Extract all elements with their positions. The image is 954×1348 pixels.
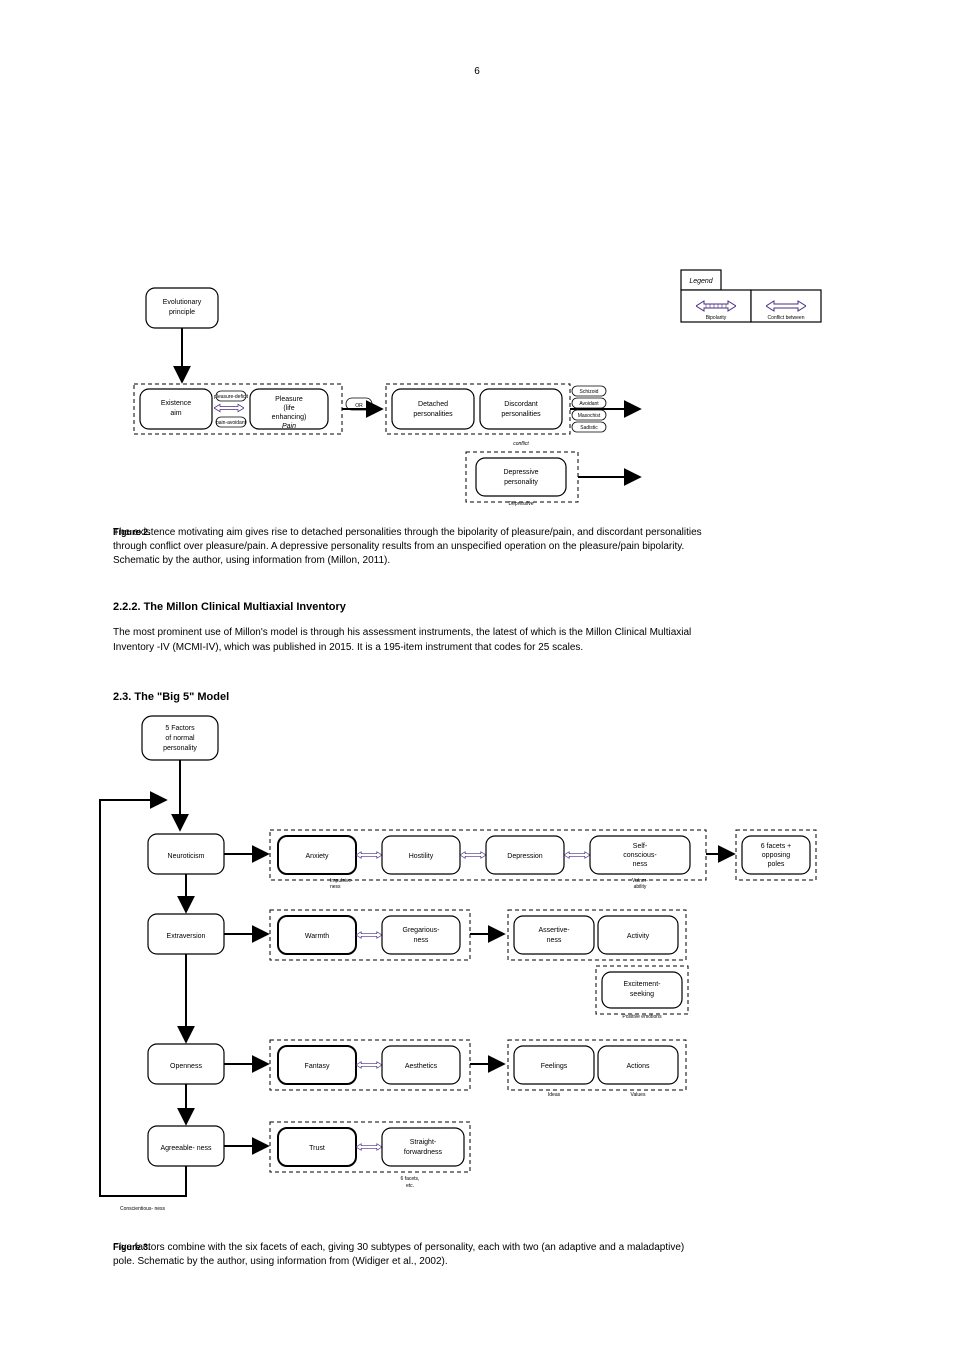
nf1: 6 facets + <box>761 843 792 850</box>
e-warmth-l: Warmth <box>305 933 329 940</box>
a-straight-1: Straight- <box>410 1139 437 1146</box>
e-exc-1: Excitement- <box>624 981 662 988</box>
n-selfcon-1: Self- <box>633 843 648 850</box>
extrav-l: Extraversion <box>167 933 206 940</box>
pleasure-l2: (life <box>283 405 294 412</box>
node-existence <box>140 389 212 429</box>
o-feelings-l: Feelings <box>541 1063 568 1070</box>
a-straight-2: forwardness <box>404 1149 443 1156</box>
o-fantasy-l: Fantasy <box>305 1063 330 1070</box>
existence-l1: Existence <box>161 400 191 407</box>
depressive-l1: Depressive <box>503 469 538 476</box>
row-neuroticism: Neuroticism Anxiety Hostility Depression… <box>148 830 816 890</box>
node-evolution-line2: principle <box>169 309 195 316</box>
depressive-l2: personality <box>504 479 538 486</box>
facets-nt-2: etc. <box>406 1183 414 1189</box>
row-extraversion: Extraversion Warmth Gregarious- ness Ass… <box>148 910 688 1020</box>
n-hostility-l: Hostility <box>409 853 434 860</box>
figure3-caption: Figure 3. Five factors combine with the … <box>113 1242 687 1267</box>
legend-col1: Bipolarity <box>706 315 727 321</box>
n-selfcon-2: conscious- <box>623 852 657 859</box>
node-e-excite <box>602 972 682 1008</box>
agree-l: Agreeable- ness <box>161 1145 212 1152</box>
ff-l3: personality <box>163 745 197 752</box>
e-pos-l: Positive emotions <box>622 1014 662 1020</box>
sadistic-label: Sadistic <box>580 425 598 431</box>
conflict-label: conflict <box>513 441 529 447</box>
e-assert-2: ness <box>547 937 562 944</box>
pain-avoidant-label: pain-avoidant <box>216 420 247 426</box>
node-discordant <box>480 389 562 429</box>
e-greg-1: Gregarious- <box>403 927 441 934</box>
conscient-l: Conscientious- ness <box>120 1206 166 1212</box>
row-openness: Openness Fantasy Aesthetics Feelings Act… <box>148 1040 686 1098</box>
a-trust-l: Trust <box>309 1145 325 1152</box>
legend: Legend Bipolarity Conflict between <box>681 270 821 322</box>
section-2-3-heading: 2.3. The "Big 5" Model <box>113 691 229 703</box>
e-exc-2: seeking <box>630 991 654 998</box>
page-svg: 6 Legend Bipolarity Conflict between Evo… <box>0 0 954 1348</box>
node-a-straight <box>382 1128 464 1166</box>
node-e-gregar <box>382 916 460 954</box>
pleasure-l3: enhancing) <box>272 414 307 421</box>
pleasure-deficit-label: pleasure-deficit <box>214 394 249 400</box>
facets-nt-1: 6 facets, <box>401 1176 420 1182</box>
node-depressive <box>476 458 566 496</box>
figure-2: Legend Bipolarity Conflict between Evolu… <box>113 270 821 703</box>
avoidant-label: Avoidant <box>579 401 599 407</box>
o-aesth-l: Aesthetics <box>405 1063 438 1070</box>
ff-l2: of normal <box>165 735 195 742</box>
discordant-l2: personalities <box>501 411 541 418</box>
e-activity-l: Activity <box>627 933 650 940</box>
neuro-label: Neuroticism <box>168 853 205 860</box>
section-2-2-2-paragraph: The most prominent use of Millon's model… <box>113 627 694 653</box>
e-greg-2: ness <box>414 937 429 944</box>
figure-3: 5 Factors of normal personality Neurotic… <box>100 716 816 1267</box>
node-evolution <box>146 288 218 328</box>
existence-l2: aim <box>170 410 181 417</box>
o-values-l: Values <box>631 1092 646 1098</box>
n-anxiety-l: Anxiety <box>306 853 329 860</box>
depressive-box-label: Depressive <box>508 501 533 507</box>
n-vuln-2: ability <box>634 884 647 890</box>
figure2-caption: Figure 2. The existence motivating aim g… <box>113 527 704 566</box>
masochist-label: Masochist <box>578 413 601 419</box>
node-e-assert <box>514 916 594 954</box>
page-number: 6 <box>474 66 480 77</box>
open-l: Openness <box>170 1063 202 1070</box>
legend-title: Legend <box>689 278 713 285</box>
nf3: poles <box>768 861 785 868</box>
pain-subnote: Pain <box>282 423 296 430</box>
schizoid-label: Schizoid <box>580 389 599 395</box>
n-impuls-2: ness <box>330 884 341 890</box>
o-ideas-l: Ideas <box>548 1092 561 1098</box>
e-assert-1: Assertive- <box>538 927 570 934</box>
detached-l1: Detached <box>418 401 448 408</box>
node-detached <box>392 389 474 429</box>
discordant-l1: Discordant <box>504 401 538 408</box>
pleasure-l1: Pleasure <box>275 396 303 403</box>
node-evolution-line1: Evolutionary <box>163 299 202 306</box>
n-selfcon-3: ness <box>633 861 648 868</box>
section-2-2-2-heading: 2.2.2. The Millon Clinical Multiaxial In… <box>113 601 347 613</box>
row-agreeableness: Agreeable- ness Trust Straight- forwardn… <box>148 1122 470 1189</box>
o-actions-l: Actions <box>627 1063 650 1070</box>
n-depression-l: Depression <box>507 853 543 860</box>
legend-col2: Conflict between <box>768 315 805 321</box>
nf2: opposing <box>762 852 791 859</box>
ff-l1: 5 Factors <box>165 725 195 732</box>
detached-l2: personalities <box>413 411 453 418</box>
